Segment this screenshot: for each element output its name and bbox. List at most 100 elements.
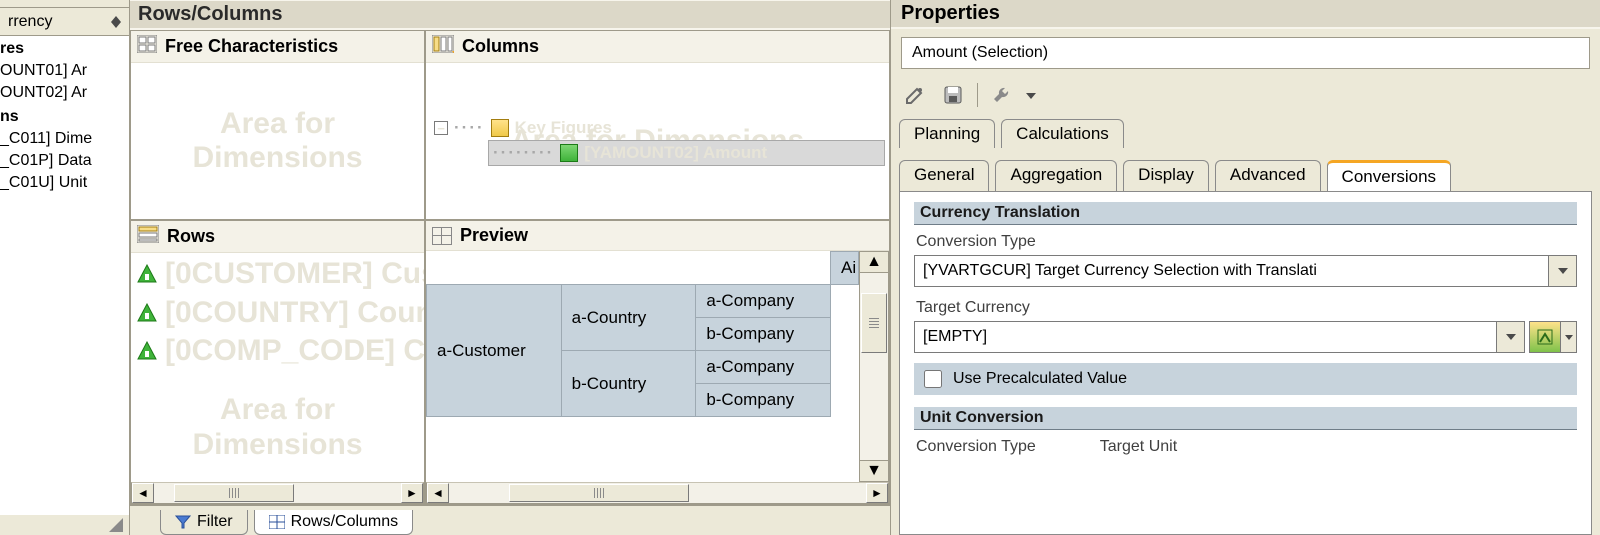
selection-name-field[interactable] (901, 37, 1590, 69)
left-expand-handle[interactable] (0, 515, 129, 535)
preview-box: Preview Ai a-Customer a-Country (425, 220, 890, 505)
toolbar-separator (977, 83, 978, 107)
rows-drop[interactable]: Area for Dimensions [0CUSTOMER] Custom [… (131, 253, 424, 482)
tab-filter-label: Filter (197, 513, 233, 531)
edit-icon[interactable] (901, 81, 929, 109)
left-sort-label: rrency (8, 13, 103, 31)
toolbar-dropdown-icon[interactable] (1026, 86, 1036, 104)
scroll-left-button[interactable]: ◄ (427, 483, 449, 503)
columns-icon (432, 35, 454, 58)
rows-box[interactable]: Rows Area for Dimensions [0CUSTOMER] Cus… (130, 220, 425, 505)
save-icon[interactable] (939, 81, 967, 109)
scroll-thumb[interactable] (509, 484, 689, 502)
preview-corner: Ai (831, 252, 859, 285)
collapse-icon[interactable]: − (434, 121, 448, 135)
row-characteristic-label: [0CUSTOMER] Custom (165, 257, 425, 292)
left-gap (0, 0, 129, 8)
row-characteristic[interactable]: [0CUSTOMER] Custom (137, 257, 418, 292)
conversion-type-label: Conversion Type (914, 231, 1577, 255)
tab-filter[interactable]: Filter (160, 510, 248, 535)
tab-display[interactable]: Display (1123, 160, 1209, 191)
columns-box[interactable]: Columns Area for Dimensions − ···· Key F… (425, 30, 890, 220)
key-figures-node[interactable]: − ···· Key Figures (430, 116, 885, 140)
tab-calculations[interactable]: Calculations (1001, 119, 1124, 148)
characteristic-icon (137, 341, 157, 361)
watermark-text: Area for Dimensions (131, 107, 424, 176)
tab-advanced[interactable]: Advanced (1215, 160, 1321, 191)
rows-columns-title: Rows/Columns (130, 0, 890, 30)
row-characteristic[interactable]: [0COMP_CODE] Comp. (137, 334, 418, 369)
left-item[interactable]: _C01P] Data (0, 150, 129, 172)
tab-rows-columns[interactable]: Rows/Columns (254, 510, 414, 535)
left-item[interactable]: _C01U] Unit (0, 172, 129, 194)
target-currency-dropdown[interactable] (1497, 321, 1525, 353)
preview-icon (432, 227, 452, 245)
target-currency-field[interactable] (914, 321, 1497, 353)
target-currency-label: Target Currency (914, 297, 1577, 321)
tab-label: Display (1138, 165, 1194, 184)
preview-cell: a-Country (561, 285, 696, 351)
left-tree-list[interactable]: res OUNT01] Ar OUNT02] Ar ns _C011] Dime… (0, 36, 129, 515)
key-figure-item-selected[interactable]: ········ [YAMOUNT02] Amount (488, 140, 885, 166)
rows-scrollbar[interactable]: ◄ ► (131, 482, 424, 504)
unit-conversion-type-label: Conversion Type (914, 436, 1038, 460)
key-figures-label: Key Figures (515, 118, 612, 138)
grid-icon (269, 515, 285, 529)
scroll-left-button[interactable]: ◄ (132, 483, 154, 503)
free-characteristics-drop[interactable]: Area for Dimensions (131, 63, 424, 219)
key-figure-icon (560, 144, 578, 162)
tab-label: General (914, 165, 974, 184)
unit-conversion-group: Unit Conversion (914, 407, 1577, 430)
preview-cell: a-Company (696, 351, 831, 384)
conversion-type-field[interactable] (914, 255, 1549, 287)
tab-label: Aggregation (1010, 165, 1102, 184)
tab-label: Conversions (1342, 167, 1437, 186)
columns-tree[interactable]: − ···· Key Figures ········ [YAMOUNT02] … (426, 110, 889, 171)
tab-aggregation[interactable]: Aggregation (995, 160, 1117, 191)
target-currency-variable-dropdown[interactable] (1561, 321, 1577, 353)
left-tree-panel: rrency res OUNT01] Ar OUNT02] Ar ns _C01… (0, 0, 130, 535)
preview-hscrollbar[interactable]: ◄ ► (426, 482, 889, 504)
left-sort-header[interactable]: rrency (0, 8, 129, 36)
preview-cell: b-Company (696, 318, 831, 351)
tab-conversions[interactable]: Conversions (1327, 160, 1452, 191)
left-item[interactable]: _C011] Dime (0, 128, 129, 150)
columns-drop[interactable]: Area for Dimensions − ···· Key Figures ·… (426, 63, 889, 219)
properties-toolbar (891, 77, 1600, 113)
left-item[interactable]: OUNT01] Ar (0, 60, 129, 82)
free-characteristics-label: Free Characteristics (165, 36, 338, 57)
scroll-track[interactable] (859, 273, 889, 460)
left-item[interactable]: OUNT02] Ar (0, 82, 129, 104)
conversion-type-dropdown[interactable] (1549, 255, 1577, 287)
scroll-right-button[interactable]: ► (401, 483, 423, 503)
left-group: res (0, 36, 129, 60)
free-characteristics-box[interactable]: Free Characteristics Area for Dimensions (130, 30, 425, 220)
scroll-down-button[interactable]: ▼ (859, 460, 889, 482)
scroll-track[interactable] (449, 483, 866, 503)
tab-general[interactable]: General (899, 160, 989, 191)
scroll-thumb[interactable] (861, 293, 887, 353)
preview-vscrollbar[interactable]: ▲ ▼ (859, 251, 889, 482)
target-currency-variable-button[interactable] (1529, 321, 1561, 353)
scroll-thumb[interactable] (174, 484, 294, 502)
row-characteristic[interactable]: [0COUNTRY] Country (137, 296, 418, 331)
scroll-right-button[interactable]: ► (866, 483, 888, 503)
preview-cell: b-Company (696, 384, 831, 417)
use-precalculated-checkbox[interactable] (924, 370, 942, 388)
characteristic-icon (137, 264, 157, 284)
properties-panel: Properties Planning Calculations General… (890, 0, 1600, 535)
watermark-text: Area for Dimensions (131, 393, 424, 462)
tree-connector: ········ (493, 143, 554, 163)
wrench-icon[interactable] (988, 81, 1016, 109)
key-figure-label: [YAMOUNT02] Amount (584, 143, 767, 163)
scroll-up-button[interactable]: ▲ (859, 251, 889, 273)
tab-label: Planning (914, 124, 980, 143)
rows-icon (137, 225, 159, 248)
key-figure-folder-icon (491, 119, 509, 137)
tab-label: Calculations (1016, 124, 1109, 143)
tab-rows-columns-label: Rows/Columns (291, 513, 399, 531)
tab-planning[interactable]: Planning (899, 119, 995, 148)
scroll-track[interactable] (154, 483, 401, 503)
use-precalculated-row[interactable]: Use Precalculated Value (914, 363, 1577, 395)
rows-columns-panel: Rows/Columns Free Characteristics Area f… (130, 0, 890, 535)
